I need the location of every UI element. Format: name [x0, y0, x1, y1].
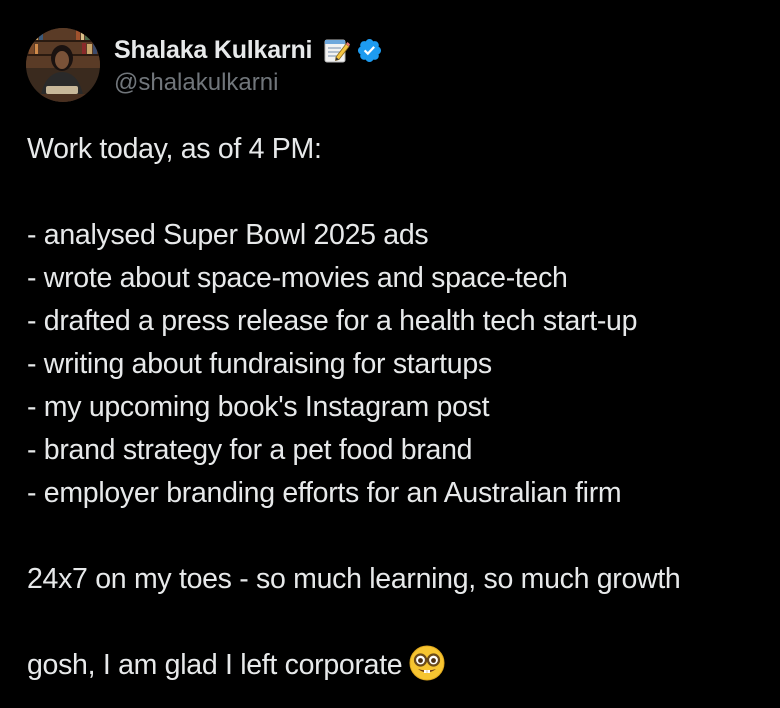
handle[interactable]: @shalakulkarni [114, 69, 383, 97]
nerd-face-icon [408, 644, 446, 682]
list-item: - drafted a press release for a health t… [27, 305, 638, 337]
author-names: Shalaka Kulkarni @shalakulkarni [114, 33, 383, 97]
closing-text: gosh, I am glad I left corporate [27, 649, 403, 681]
list-item: - my upcoming book's Instagram post [27, 391, 490, 423]
name-row: Shalaka Kulkarni [114, 33, 383, 67]
display-name[interactable]: Shalaka Kulkarni [114, 36, 312, 65]
tweet-text: Work today, as of 4 PM: - analysed Super… [27, 128, 777, 687]
tweet-line-growth: 24x7 on my toes - so much learning, so m… [27, 563, 681, 595]
avatar[interactable] [26, 28, 100, 102]
list-item: - writing about fundraising for startups [27, 348, 492, 380]
tweet-intro: Work today, as of 4 PM: [27, 133, 322, 165]
tweet-line-closing: gosh, I am glad I left corporate [27, 644, 777, 687]
list-item: - wrote about space-movies and space-tec… [27, 262, 568, 294]
list-item: - brand strategy for a pet food brand [27, 434, 473, 466]
avatar-photo [26, 28, 100, 102]
tweet-header: Shalaka Kulkarni @shalakulkarni [26, 28, 383, 102]
list-item: - employer branding efforts for an Austr… [27, 477, 622, 509]
verified-badge-icon[interactable] [356, 37, 383, 64]
list-item: - analysed Super Bowl 2025 ads [27, 219, 429, 251]
memo-icon [322, 36, 351, 64]
tweet-card: Shalaka Kulkarni @shalakulkarni Work tod… [0, 0, 780, 708]
